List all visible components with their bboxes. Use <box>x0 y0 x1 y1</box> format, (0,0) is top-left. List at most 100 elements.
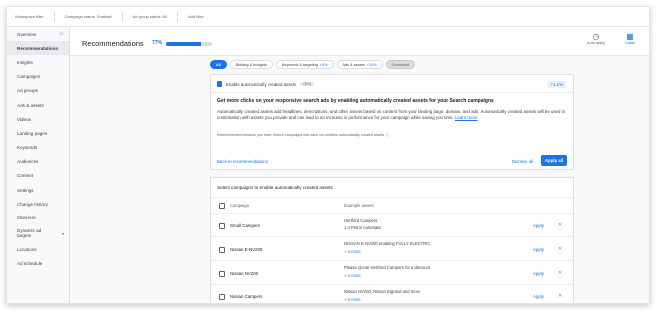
sidebar-item-locations[interactable]: Locations <box>7 242 69 256</box>
column-header-campaign: Campaign <box>230 203 250 208</box>
sidebar-item-label: Settings <box>17 187 34 193</box>
select-all-checkbox[interactable] <box>219 203 225 209</box>
tab-keywords-targeting[interactable]: Keywords & targeting +4% <box>275 60 334 69</box>
more-assets-link[interactable]: + 2 more <box>344 297 361 302</box>
optimization-score: 77% <box>152 40 163 46</box>
row-checkbox[interactable] <box>219 294 225 300</box>
tab-label: Ads & assets <box>342 62 365 67</box>
sidebar-item-label: Videos <box>17 116 31 122</box>
sidebar-item-label: Landing pages <box>17 130 48 136</box>
tab-label: Keywords & targeting <box>281 62 318 67</box>
page-header: Recommendations 77% ◷ Auto apply ▦ Cards <box>70 27 649 56</box>
recommendation-title-row: Enable automatically created assets (8%) <box>217 81 314 87</box>
sidebar-item-label: Ad schedule <box>17 261 43 267</box>
tab-uplift: +4% <box>319 62 328 67</box>
more-assets-link[interactable]: + 3 more <box>344 249 361 254</box>
sidebar-item-landing-pages[interactable]: Landing pages <box>7 126 69 140</box>
close-icon[interactable]: ✕ <box>558 270 562 276</box>
cards-view-button[interactable]: ▦ Cards <box>625 32 635 45</box>
close-icon[interactable]: ✕ <box>558 222 562 228</box>
row-apply-button[interactable]: Apply <box>533 223 544 228</box>
tab-all[interactable]: All <box>210 60 227 69</box>
campaign-name: Nissan Campers <box>230 294 263 299</box>
divider <box>53 11 55 22</box>
divider <box>211 284 573 285</box>
divider <box>211 236 573 237</box>
sidebar-item-label: Ad groups <box>17 88 38 94</box>
divider <box>211 197 573 198</box>
recommendation-description: Automatically created assets add headlin… <box>217 109 569 121</box>
learn-more-link[interactable]: Learn more <box>455 115 477 120</box>
row-apply-button[interactable]: Apply <box>533 294 544 299</box>
row-apply-button[interactable]: Apply <box>533 271 544 276</box>
apply-all-button[interactable]: Apply all <box>541 155 567 166</box>
auto-apply-button[interactable]: ◷ Auto apply <box>587 32 605 45</box>
page-title: Recommendations <box>82 39 144 48</box>
row-checkbox[interactable] <box>219 247 225 253</box>
divider <box>211 213 573 214</box>
example-asset: NISSAN E-NV200 enabling FULLY ELECTRIC <box>344 241 431 246</box>
back-to-recommendations-link[interactable]: Back to recommendations <box>217 159 268 164</box>
sidebar-item-recommendations[interactable]: Recommendations <box>7 41 69 56</box>
campaigns-card-heading: Select campaigns to enable automatically… <box>217 185 333 190</box>
example-asset: Hertford Campers <box>344 218 378 223</box>
workspace-filter-chip[interactable]: Workspace filter <box>15 14 44 19</box>
sidebar-item-ad-schedule[interactable]: Ad schedule <box>7 257 69 271</box>
row-apply-button[interactable]: Apply <box>533 247 544 252</box>
recommendation-badge: (8%) <box>300 82 314 86</box>
row-checkbox[interactable] <box>219 271 225 277</box>
column-header-example-assets: Example assets <box>344 203 374 208</box>
sidebar-item-ad-groups[interactable]: Ad groups <box>7 84 69 98</box>
row-checkbox[interactable] <box>219 223 225 229</box>
sidebar-item-label: Overview <box>17 31 37 37</box>
sidebar-item-audiences[interactable]: Audiences <box>7 155 69 169</box>
example-asset: 1.4 Petrol Automatic <box>344 225 382 230</box>
sidebar-item-ads-assets[interactable]: Ads & assets <box>7 98 69 112</box>
close-icon[interactable]: ✕ <box>558 246 562 252</box>
asset-icon <box>217 81 222 87</box>
close-icon[interactable]: ✕ <box>558 293 562 299</box>
sidebar-item-label: Campaigns <box>17 74 41 80</box>
show-less-label: Show less <box>17 215 36 221</box>
add-filter-button[interactable]: Add filter <box>188 14 204 19</box>
tab-label: All <box>216 62 221 67</box>
sidebar-item-change-history[interactable]: Change history <box>7 197 69 211</box>
sidebar-item-campaigns[interactable]: Campaigns <box>7 70 69 84</box>
sidebar-item-content[interactable]: Content <box>7 169 69 183</box>
app-window: Workspace filter Campaign status: Enable… <box>6 6 650 304</box>
home-icon: ⌂ <box>59 31 63 38</box>
recommendation-card: Enable automatically created assets (8%)… <box>210 74 574 170</box>
tab-dismissed[interactable]: Dismissed <box>385 60 416 69</box>
cards-icon: ▦ <box>626 32 634 41</box>
divider <box>121 11 123 22</box>
auto-apply-label: Auto apply <box>587 41 605 45</box>
show-less-button[interactable]: Show less <box>7 211 69 224</box>
campaign-name: Nissan E-NV200 <box>230 247 263 252</box>
score-lift-badge: +1.1% <box>547 81 566 88</box>
more-assets-link[interactable]: + 2 more <box>344 273 361 278</box>
sidebar-item-overview[interactable]: Overview ⌂ <box>7 27 69 41</box>
campaigns-card: Select campaigns to enable automatically… <box>210 177 574 303</box>
sidebar-item-videos[interactable]: Videos <box>7 112 69 126</box>
sidebar-item-label: Locations <box>17 247 37 253</box>
category-tabs: All Bidding & budgets Keywords & targeti… <box>210 60 416 69</box>
auto-apply-icon: ◷ <box>592 32 600 41</box>
optimization-score-bar <box>166 42 212 46</box>
ad-group-status-chip[interactable]: Ad group status: All <box>133 14 167 19</box>
divider <box>211 92 573 93</box>
sidebar-item-label: Audiences <box>17 159 39 165</box>
campaign-name: Small Campers <box>230 223 261 228</box>
sidebar-item-dynamic-ad-targets[interactable]: Dynamic ad targets ▾ <box>7 224 69 242</box>
tab-ads-assets[interactable]: Ads & assets +14% <box>336 60 383 69</box>
sidebar-item-settings[interactable]: Settings <box>7 183 69 197</box>
dismiss-all-button[interactable]: Dismiss all <box>512 159 533 164</box>
caret-down-icon: ▾ <box>61 230 64 236</box>
tab-bidding-budgets[interactable]: Bidding & budgets <box>229 60 273 69</box>
sidebar-item-label: Change history <box>17 201 48 207</box>
sidebar-item-label: Recommendations <box>17 45 59 51</box>
campaign-status-chip[interactable]: Campaign status: Enabled <box>65 14 112 19</box>
recommendation-title: Enable automatically created assets <box>226 81 297 87</box>
recommendation-reason: Recommended because you have Search camp… <box>217 133 389 137</box>
sidebar-item-insights[interactable]: Insights <box>7 55 69 69</box>
sidebar-item-keywords[interactable]: Keywords <box>7 141 69 155</box>
